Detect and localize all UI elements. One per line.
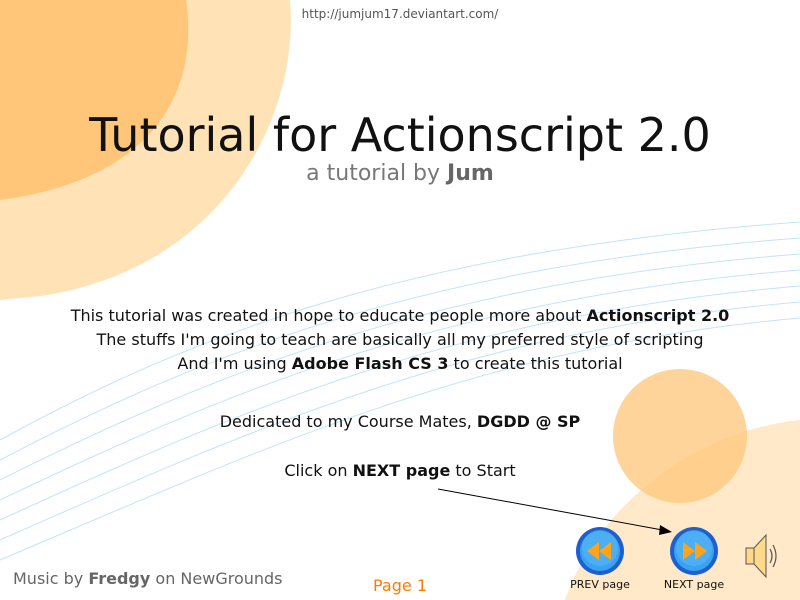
- deviantart-url: http://jumjum17.deviantart.com/: [301, 7, 499, 21]
- intro-line-3-bold: Adobe Flash CS 3: [291, 354, 449, 373]
- next-page-label: NEXT page: [663, 578, 725, 591]
- intro-line-1: This tutorial was created in hope to edu…: [0, 304, 800, 328]
- music-credit: Music by Fredgy on NewGrounds: [13, 569, 283, 588]
- subtitle-prefix: a tutorial by: [306, 161, 448, 186]
- intro-line-2: The stuffs I'm going to teach are basica…: [96, 330, 704, 349]
- next-page-button[interactable]: [669, 526, 719, 576]
- instruction-bold: NEXT page: [352, 461, 451, 480]
- page-indicator: Page 1: [373, 576, 427, 595]
- tutorial-stage: http://jumjum17.deviantart.com/ Tutorial…: [0, 0, 800, 600]
- intro-line-1-text: This tutorial was created in hope to edu…: [70, 306, 587, 325]
- dedication-prefix: Dedicated to my Course Mates,: [219, 412, 477, 431]
- rewind-icon: [576, 527, 624, 575]
- speaker-icon: [745, 533, 777, 579]
- instruction-suffix: to Start: [450, 461, 516, 480]
- intro-line-3-suffix: to create this tutorial: [448, 354, 623, 373]
- page-subtitle: a tutorial by Jum: [0, 161, 800, 186]
- intro-line-3-prefix: And I'm using: [177, 354, 292, 373]
- dedication-bold: DGDD @ SP: [476, 412, 581, 431]
- intro-line-1-bold: Actionscript 2.0: [586, 306, 730, 325]
- start-instruction: Click on NEXT page to Start: [0, 461, 800, 480]
- page-title: Tutorial for Actionscript 2.0: [89, 108, 711, 162]
- background-decoration: [0, 0, 800, 600]
- intro-line-3: And I'm using Adobe Flash CS 3 to create…: [0, 352, 800, 376]
- sound-toggle-button[interactable]: [744, 530, 780, 582]
- music-suffix: on NewGrounds: [150, 569, 283, 588]
- forward-icon: [670, 527, 718, 575]
- instruction-prefix: Click on: [284, 461, 353, 480]
- dedication-text: Dedicated to my Course Mates, DGDD @ SP: [0, 412, 800, 431]
- subtitle-author: Jum: [447, 161, 494, 186]
- prev-page-label: PREV page: [570, 578, 630, 591]
- music-prefix: Music by: [13, 569, 89, 588]
- prev-page-button[interactable]: [575, 526, 625, 576]
- music-artist: Fredgy: [88, 569, 151, 588]
